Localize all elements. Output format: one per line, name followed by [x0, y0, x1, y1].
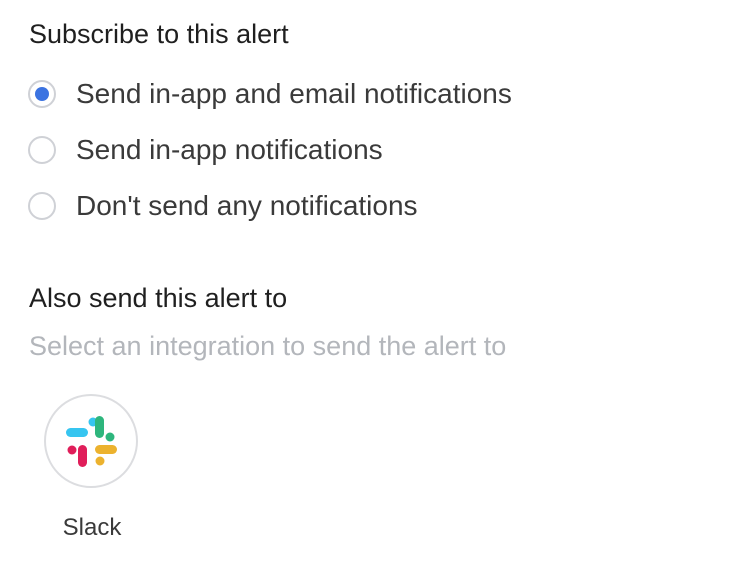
radio-option-label: Send in-app and email notifications — [76, 78, 512, 109]
integration-label: Slack — [62, 514, 122, 541]
integration-icon-container[interactable] — [44, 394, 138, 488]
radio-option-in-app-only[interactable]: Send in-app notifications — [28, 132, 383, 168]
radio-option-label: Don't send any notifications — [76, 190, 418, 221]
radio-button-selected[interactable] — [28, 80, 56, 108]
integration-slack-button[interactable]: Slack — [44, 394, 140, 541]
slack-icon — [66, 416, 117, 467]
radio-button[interactable] — [28, 192, 56, 220]
radio-button[interactable] — [28, 136, 56, 164]
also-send-section-title: Also send this alert to — [29, 283, 288, 313]
radio-option-label: Send in-app notifications — [76, 134, 383, 165]
radio-option-in-app-and-email[interactable]: Send in-app and email notifications — [28, 76, 512, 112]
subscribe-section-title: Subscribe to this alert — [29, 19, 289, 49]
radio-option-no-notifications[interactable]: Don't send any notifications — [28, 188, 418, 224]
integration-hint-text: Select an integration to send the alert … — [29, 331, 507, 361]
